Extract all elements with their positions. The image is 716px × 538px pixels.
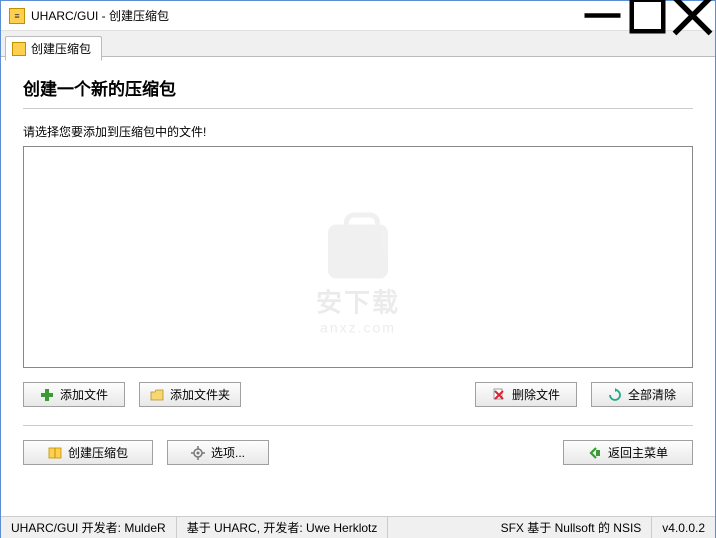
button-label: 返回主菜单 — [608, 444, 668, 461]
window-controls — [580, 1, 715, 30]
button-label: 全部清除 — [628, 386, 676, 403]
refresh-icon — [608, 388, 622, 402]
status-bar: UHARC/GUI 开发者: MuldeR 基于 UHARC, 开发者: Uwe… — [1, 516, 715, 538]
file-buttons-row: 添加文件 添加文件夹 删除文件 全部清除 — [23, 382, 693, 407]
close-button[interactable] — [670, 1, 715, 30]
button-label: 选项... — [211, 444, 245, 461]
options-button[interactable]: 选项... — [167, 440, 269, 465]
prompt-text: 请选择您要添加到压缩包中的文件! — [23, 123, 693, 140]
window-title: UHARC/GUI - 创建压缩包 — [31, 7, 580, 24]
app-icon: ≡ — [9, 8, 25, 24]
divider — [23, 108, 693, 109]
tab-label: 创建压缩包 — [31, 40, 91, 57]
back-main-button[interactable]: 返回主菜单 — [563, 440, 693, 465]
gear-icon — [191, 446, 205, 460]
content-area: 创建一个新的压缩包 请选择您要添加到压缩包中的文件! 添加文件 添加文件夹 删除… — [1, 57, 715, 465]
status-dev2: 基于 UHARC, 开发者: Uwe Herklotz — [177, 517, 389, 538]
minimize-button[interactable] — [580, 1, 625, 30]
status-version: v4.0.0.2 — [652, 517, 715, 538]
add-folder-button[interactable]: 添加文件夹 — [139, 382, 241, 407]
page-title: 创建一个新的压缩包 — [23, 75, 693, 100]
clear-all-button[interactable]: 全部清除 — [591, 382, 693, 407]
back-icon — [588, 446, 602, 460]
action-buttons-row: 创建压缩包 选项... 返回主菜单 — [23, 440, 693, 465]
button-label: 创建压缩包 — [68, 444, 128, 461]
delete-icon — [492, 388, 506, 402]
folder-icon — [150, 388, 164, 402]
add-file-button[interactable]: 添加文件 — [23, 382, 125, 407]
maximize-button[interactable] — [625, 1, 670, 30]
archive-icon — [48, 446, 62, 460]
file-list[interactable] — [23, 146, 693, 368]
titlebar: ≡ UHARC/GUI - 创建压缩包 — [1, 1, 715, 31]
status-dev1: UHARC/GUI 开发者: MuldeR — [1, 517, 177, 538]
delete-file-button[interactable]: 删除文件 — [475, 382, 577, 407]
button-label: 删除文件 — [512, 386, 560, 403]
create-archive-button[interactable]: 创建压缩包 — [23, 440, 153, 465]
plus-icon — [40, 388, 54, 402]
button-label: 添加文件夹 — [170, 386, 230, 403]
archive-icon — [12, 42, 26, 56]
status-dev3: SFX 基于 Nullsoft 的 NSIS — [491, 517, 653, 538]
button-label: 添加文件 — [60, 386, 108, 403]
divider — [23, 425, 693, 426]
tab-create-archive[interactable]: 创建压缩包 — [5, 36, 102, 61]
